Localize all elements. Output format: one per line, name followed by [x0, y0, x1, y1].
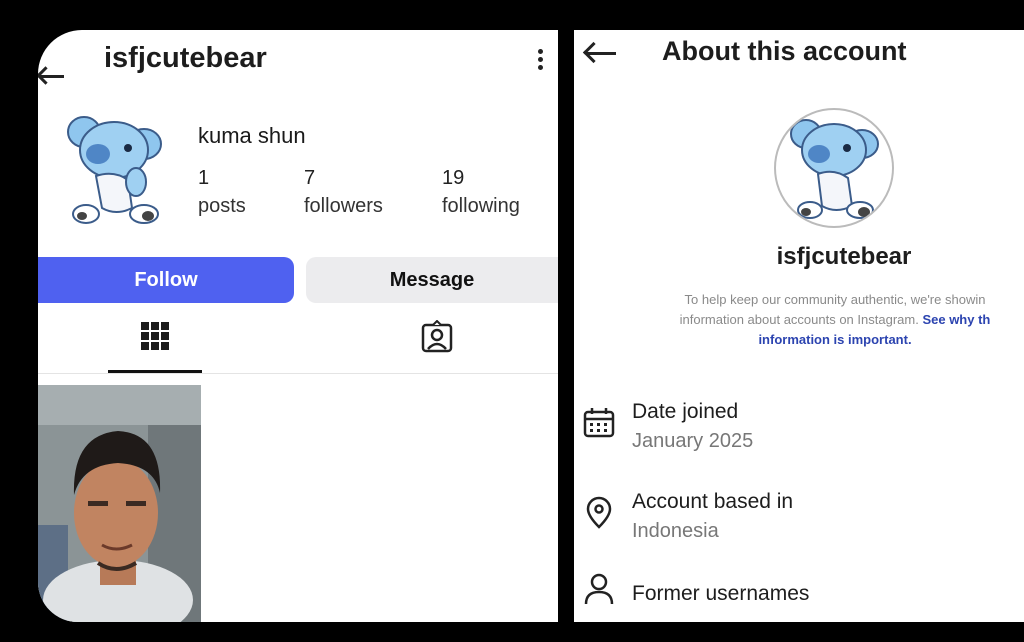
post-thumbnail[interactable] [38, 385, 201, 622]
row-title: Account based in [632, 490, 794, 513]
posts-label: posts [198, 195, 246, 217]
profile-screen: isfjcutebear kuma shun 1 posts 7 followe… [38, 30, 558, 622]
display-name: kuma shun [198, 123, 306, 148]
followers-count: 7 [304, 167, 316, 189]
message-button[interactable]: Message [306, 257, 558, 303]
following-label: following [442, 195, 520, 217]
tab-tagged[interactable] [420, 319, 460, 360]
info-line-2: information about accounts on Instagram.… [620, 310, 1024, 330]
tagged-person-icon [421, 319, 453, 353]
account-username: isfjcutebear [776, 243, 912, 270]
tab-posts-grid[interactable] [108, 320, 202, 374]
post-photo [38, 385, 201, 622]
page-title: About this account [662, 36, 907, 66]
row-value: January 2025 [632, 430, 754, 452]
posts-count: 1 [198, 167, 210, 189]
stat-following[interactable]: 19 following [442, 164, 520, 220]
info-line-1: To help keep our community authentic, we… [684, 292, 986, 307]
followers-label: followers [304, 195, 383, 217]
see-why-link[interactable]: See why th [922, 312, 990, 327]
stat-posts[interactable]: 1 posts [198, 164, 246, 220]
more-options-icon[interactable] [530, 46, 550, 76]
follow-button[interactable]: Follow [38, 257, 294, 303]
row-value: Indonesia [632, 520, 719, 542]
row-title: Former usernames [632, 582, 810, 605]
person-icon [584, 573, 614, 605]
back-arrow-icon[interactable] [40, 75, 64, 78]
back-arrow-icon[interactable] [586, 52, 616, 55]
grid-icon [141, 322, 169, 350]
following-count: 19 [442, 167, 465, 189]
profile-username: isfjcutebear [104, 42, 267, 74]
avatar[interactable] [62, 110, 166, 226]
avatar [774, 108, 894, 228]
info-line-2-text: information about accounts on Instagram. [679, 312, 919, 327]
location-pin-icon [586, 496, 612, 529]
calendar-icon [583, 408, 615, 438]
info-text: To help keep our community authentic, we… [620, 290, 1024, 350]
row-title: Date joined [632, 400, 739, 423]
about-account-screen: About this account isfjcutebear To help … [574, 30, 1024, 622]
tabs-divider [38, 373, 558, 374]
stat-followers[interactable]: 7 followers [304, 164, 383, 220]
see-why-link-continued[interactable]: information is important. [620, 330, 1024, 350]
